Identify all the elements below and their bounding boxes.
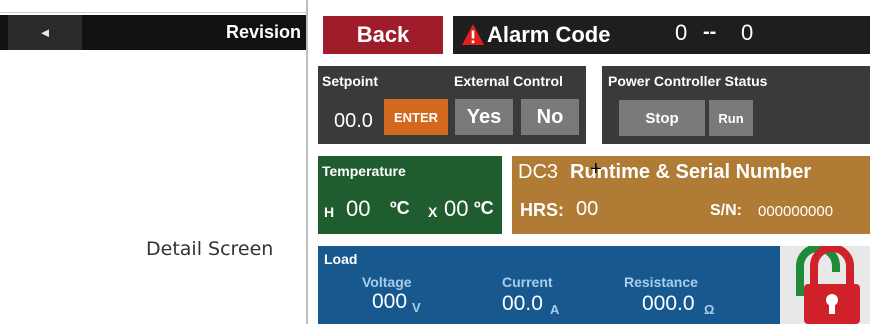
current-value: 00.0 [502, 292, 543, 315]
setpoint-control-group: Setpoint External Control 00.0 ENTER Yes… [318, 66, 586, 144]
power-controller-status-header: Power Controller Status [608, 73, 768, 89]
background-top-strip [0, 0, 306, 13]
alarm-code-value-b: 0 [741, 20, 754, 45]
runtime-hours-value: 00 [576, 198, 599, 220]
run-button[interactable]: Run [709, 100, 753, 136]
runtime-serial-group: DC3 Runtime & Serial Number + HRS: 00 S/… [512, 156, 870, 234]
serial-number-value: 000000000 [758, 203, 834, 220]
current-label: Current [502, 274, 553, 290]
external-control-yes-button[interactable]: Yes [455, 99, 513, 135]
lock-toggle[interactable] [780, 244, 870, 324]
alarm-code-bar: Alarm Code 0 -- 0 [453, 16, 870, 54]
alarm-code-separator: -- [703, 21, 717, 43]
alarm-code-value-a: 0 [675, 20, 688, 45]
alarm-code-label: Alarm Code [487, 22, 611, 47]
unlocked-padlock-icon [796, 244, 860, 324]
resistance-value: 000.0 [642, 292, 695, 315]
current-unit: A [550, 302, 560, 317]
back-button[interactable]: Back [323, 16, 443, 54]
stop-button[interactable]: Stop [619, 100, 705, 136]
previous-arrow-button[interactable]: ◄ [8, 15, 82, 50]
external-control-no-button[interactable]: No [521, 99, 579, 135]
temperature-header: Temperature [322, 163, 406, 179]
setpoint-value[interactable]: 00.0 [334, 110, 373, 133]
load-header: Load [324, 251, 358, 267]
temperature-h-unit: ºC [390, 198, 410, 218]
temperature-group: Temperature H 00 ºC X 00 ºC [318, 156, 502, 234]
temperature-h-value: 00 [346, 196, 371, 221]
detail-screen-panel: Back Alarm Code 0 -- 0 Setpoint External… [306, 0, 870, 324]
revision-label: Revision [226, 22, 302, 42]
resistance-label: Resistance [624, 274, 698, 290]
warning-icon [462, 24, 484, 45]
enter-button[interactable]: ENTER [384, 99, 448, 135]
voltage-unit: V [412, 300, 421, 315]
detail-screen-caption: Detail Screen [146, 238, 274, 260]
setpoint-header: Setpoint [322, 73, 378, 89]
runtime-model-prefix: DC3 [518, 161, 559, 183]
temperature-x-value: 00 [444, 196, 469, 221]
serial-number-label: S/N: [710, 202, 742, 219]
voltage-label: Voltage [362, 274, 412, 290]
temperature-h-label: H [324, 204, 335, 220]
crosshair-cursor-icon: + [590, 158, 602, 180]
load-group: Load Voltage 000 V Current 00.0 A Resist… [318, 246, 780, 324]
external-control-header: External Control [454, 73, 563, 89]
resistance-unit: Ω [704, 302, 715, 317]
runtime-hours-label: HRS: [520, 200, 564, 220]
power-controller-status-group: Power Controller Status Stop Run [602, 66, 870, 144]
temperature-x-label: X [428, 204, 438, 220]
voltage-value: 000 [372, 290, 408, 313]
runtime-serial-title: Runtime & Serial Number [570, 161, 812, 183]
temperature-x-unit: ºC [474, 198, 494, 218]
